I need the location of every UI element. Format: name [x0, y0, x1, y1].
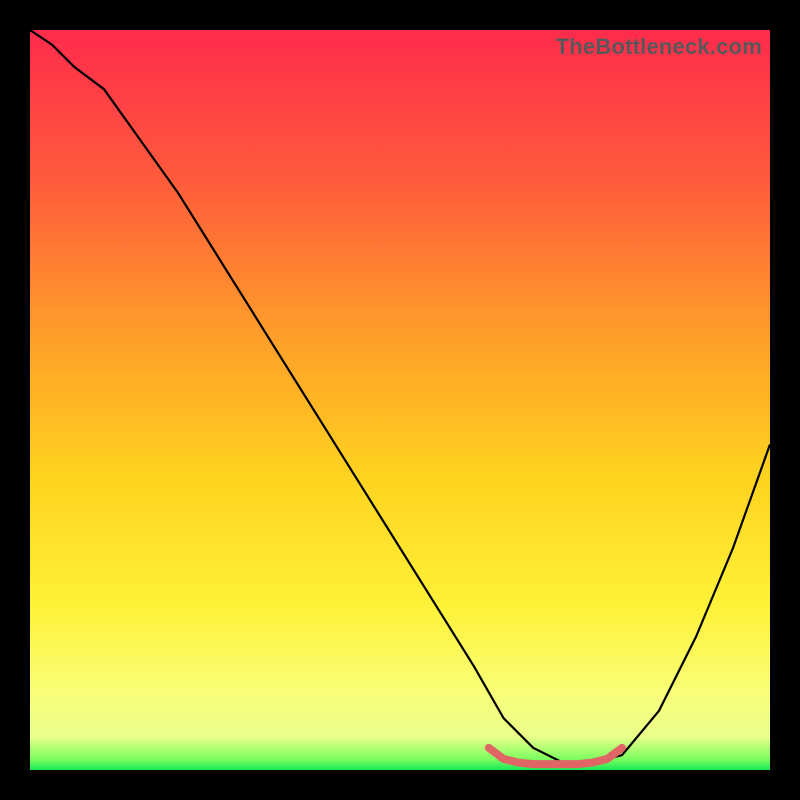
gradient-chart [30, 30, 770, 770]
watermark-text: TheBottleneck.com [556, 34, 762, 60]
chart-frame: TheBottleneck.com [30, 30, 770, 770]
